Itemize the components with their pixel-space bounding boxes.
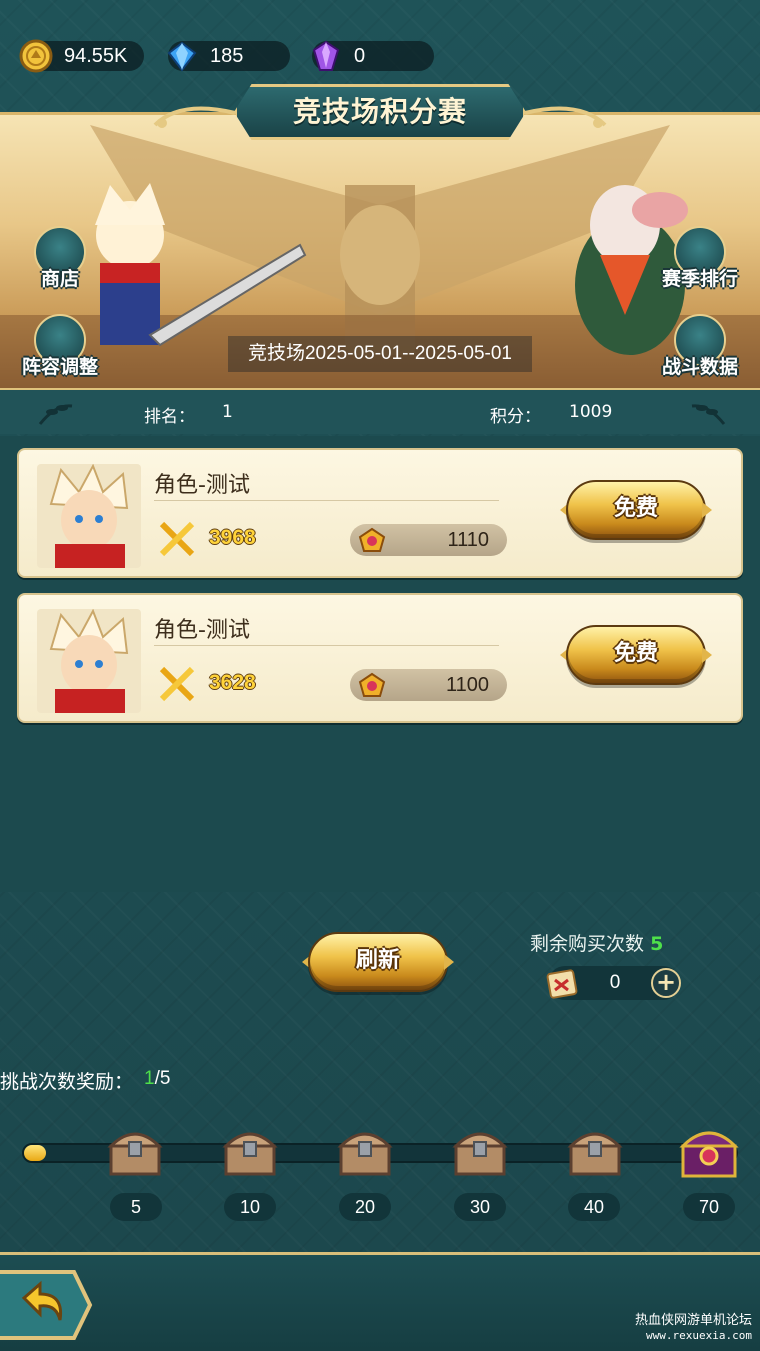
opponent-avatar [37,464,141,568]
opponent-score: 1100 [445,674,489,696]
reward-chest-icon[interactable] [105,1122,165,1180]
watermark: 热血侠网游单机论坛 www.rexuexia.com [635,1313,752,1343]
refresh-button[interactable]: 刷新 [302,932,454,992]
divider [154,500,499,501]
diamond-currency: 185 [167,41,290,72]
gold-amount: 94.55K [64,45,128,67]
refresh-label: 刷新 [355,948,400,973]
grand-reward-chest-icon[interactable] [679,1122,739,1180]
back-button[interactable] [0,1268,94,1342]
score-emblem-icon [358,672,386,697]
title-wing-left [153,106,236,128]
divider [154,645,499,646]
title-wing-right [524,106,607,128]
points-label: 积分： [490,407,541,427]
milestone-label: 70 [683,1193,735,1221]
reward-chest-icon[interactable] [335,1122,395,1180]
milestone-label: 30 [454,1193,506,1221]
opponent-avatar [37,609,141,713]
leaf-ornament-left [38,404,73,425]
page-title: 竞技场积分赛 [292,95,467,128]
purple-gem-amount: 0 [354,45,366,67]
season-ranking-label: 赛季排行 [661,268,738,290]
leaf-ornament-right [691,404,726,425]
opponent-name: 角色-测试 [154,473,250,498]
watermark-line2: www.rexuexia.com [646,1329,752,1342]
crossed-swords-icon [159,521,195,557]
opponent-power: 3628 [209,671,256,694]
remaining-purchases: 剩余购买次数 5 [530,929,663,956]
gold-currency: 94.55K [19,39,144,73]
reward-current: 1 [144,1068,155,1089]
milestone-label: 5 [110,1193,162,1221]
battle-data-label: 战斗数据 [661,356,738,378]
crossed-swords-icon [159,666,195,702]
remaining-purchases-label: 剩余购买次数 [530,933,645,955]
milestone-label: 40 [568,1193,620,1221]
opponent-name: 角色-测试 [154,618,250,643]
watermark-line1: 热血侠网游单机论坛 [634,1313,752,1328]
challenge-button-label: 免费 [613,496,658,521]
blue-diamond-icon [167,41,197,72]
score-pill: 1110 [350,524,507,556]
opponent-score: 1110 [447,529,489,551]
rank-strip: 排名： 1 积分： 1009 [0,388,760,434]
challenge-ticket-icon [546,969,578,999]
shop-button[interactable]: 商店 [20,226,100,306]
season-range: 竞技场2025-05-01--2025-05-01 [228,336,532,372]
score-emblem-icon [358,527,386,552]
shop-label: 商店 [40,268,79,290]
opponent-power: 3968 [209,526,256,549]
opponent-card: 角色-测试 3628 1100 免费 [17,593,743,723]
milestone-label: 20 [339,1193,391,1221]
reward-progress-fill [24,1145,46,1161]
buy-tickets-button[interactable]: + [651,968,681,998]
reward-chest-icon[interactable] [450,1122,510,1180]
score-pill: 1100 [350,669,507,701]
rank-label: 排名： [144,407,195,427]
points-value: 1009 [569,402,613,422]
lineup-button[interactable]: 阵容调整 [20,314,100,394]
opponent-card: 角色-测试 3968 1110 免费 [17,448,743,578]
purple-gem-currency: 0 [312,40,434,71]
reward-chest-icon[interactable] [565,1122,625,1180]
ticket-count: 0 [609,972,621,993]
season-ranking-button[interactable]: 赛季排行 [660,226,740,306]
challenge-free-button[interactable]: 免费 [560,480,712,540]
challenge-reward-progress: 1/5 [144,1068,170,1090]
challenge-reward-label: 挑战次数奖励： [0,1071,134,1093]
purple-gem-icon [312,40,340,71]
remaining-purchases-count: 5 [650,933,664,955]
diamond-amount: 185 [210,45,244,67]
lineup-label: 阵容调整 [21,356,98,378]
reward-total: /5 [154,1068,171,1089]
reward-chest-icon[interactable] [220,1122,280,1180]
battle-data-button[interactable]: 战斗数据 [660,314,740,394]
milestone-label: 10 [224,1193,276,1221]
challenge-free-button[interactable]: 免费 [560,625,712,685]
challenge-button-label: 免费 [613,641,658,666]
rank-value: 1 [222,402,233,422]
gold-coin-icon [19,39,53,73]
